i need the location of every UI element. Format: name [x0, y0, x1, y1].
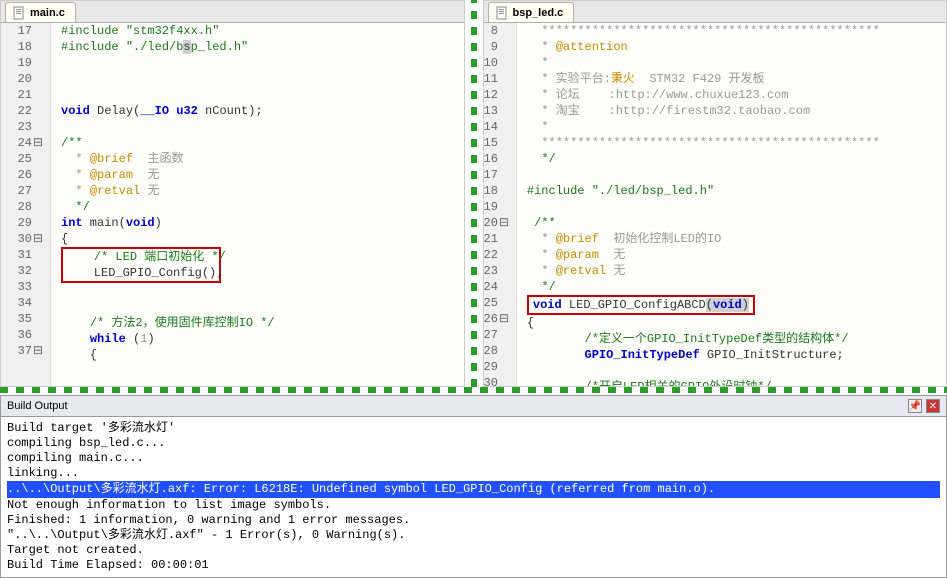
build-line: Not enough information to list image sym… [7, 498, 940, 513]
build-title-text: Build Output [7, 400, 68, 412]
tab-label: bsp_led.c [513, 7, 564, 19]
file-icon [12, 6, 26, 20]
build-line: Finished: 1 information, 0 warning and 1… [7, 513, 940, 528]
code-area-left[interactable]: 1718192021222324252627282930313233343536… [1, 23, 464, 386]
file-icon [495, 6, 509, 20]
build-line: "..\..\Output\多彩流水灯.axf" - 1 Error(s), 0… [7, 528, 940, 543]
horizontal-divider [0, 387, 947, 393]
build-controls: 📌 ✕ [908, 399, 940, 413]
tab-main-c[interactable]: main.c [5, 2, 76, 22]
tab-bsp-led-c[interactable]: bsp_led.c [488, 2, 575, 22]
editor-left: main.c 171819202122232425262728293031323… [0, 0, 465, 387]
build-output-body[interactable]: Build target '多彩流水灯'compiling bsp_led.c.… [1, 417, 946, 577]
build-line: Build target '多彩流水灯' [7, 421, 940, 436]
gutter-left: 1718192021222324252627282930313233343536… [1, 23, 51, 386]
gutter-right: 8910111213141516171819202122232425262728… [484, 23, 517, 386]
build-line: Target not created. [7, 543, 940, 558]
code-content-left[interactable]: #include "stm32f4xx.h"#include "./led/bs… [51, 23, 464, 386]
build-line: linking... [7, 466, 940, 481]
code-content-right[interactable]: ****************************************… [517, 23, 946, 386]
pin-button[interactable]: 📌 [908, 399, 922, 413]
build-line: compiling bsp_led.c... [7, 436, 940, 451]
code-area-right[interactable]: 8910111213141516171819202122232425262728… [484, 23, 947, 386]
editor-split: main.c 171819202122232425262728293031323… [0, 0, 947, 387]
close-button[interactable]: ✕ [926, 399, 940, 413]
tab-bar-left: main.c [1, 1, 464, 23]
build-line: Build Time Elapsed: 00:00:01 [7, 558, 940, 573]
tab-label: main.c [30, 7, 65, 19]
build-line: compiling main.c... [7, 451, 940, 466]
vertical-divider [471, 0, 477, 387]
build-title-bar: Build Output 📌 ✕ [1, 396, 946, 417]
editor-right: bsp_led.c 891011121314151617181920212223… [483, 0, 947, 387]
build-output-panel: Build Output 📌 ✕ Build target '多彩流水灯'com… [0, 395, 947, 578]
tab-bar-right: bsp_led.c [484, 1, 947, 23]
error-line[interactable]: ..\..\Output\多彩流水灯.axf: Error: L6218E: U… [7, 481, 940, 498]
